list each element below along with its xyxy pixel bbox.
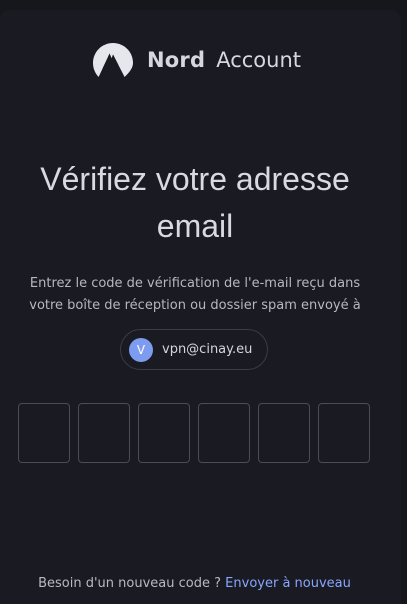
code-digit-6[interactable] [318, 403, 370, 463]
resend-code-link[interactable]: Envoyer à nouveau [225, 576, 351, 591]
recipient-email-chip: V vpn@cinay.eu [120, 329, 268, 370]
page-title-line1: Vérifiez votre adresse [40, 161, 350, 197]
recipient-email: vpn@cinay.eu [162, 342, 253, 357]
verification-card: Nord Account Vérifiez votre adresse emai… [0, 10, 401, 604]
code-digit-1[interactable] [18, 403, 70, 463]
code-digit-4[interactable] [198, 403, 250, 463]
code-digit-2[interactable] [78, 403, 130, 463]
code-digit-5[interactable] [258, 403, 310, 463]
verification-code-inputs [18, 403, 370, 463]
brand-name-light: Account [216, 48, 301, 72]
code-digit-3[interactable] [138, 403, 190, 463]
page: Nord Account Vérifiez votre adresse emai… [0, 0, 407, 604]
instructions-text: Entrez le code de vérification de l'e-ma… [22, 273, 368, 317]
brand-header: Nord Account [93, 41, 301, 79]
page-title: Vérifiez votre adresse email [0, 156, 390, 250]
brand-name-bold: Nord [147, 48, 206, 72]
avatar: V [129, 337, 153, 362]
resend-code-row: Besoin d'un nouveau code ? Envoyer à nou… [0, 576, 389, 591]
mountain-logo-icon [93, 43, 133, 77]
resend-prompt: Besoin d'un nouveau code ? [38, 576, 222, 591]
instructions-line2: votre boîte de réception ou dossier spam… [29, 298, 361, 313]
instructions-line1: Entrez le code de vérification de l'e-ma… [29, 276, 361, 291]
page-title-line2: email [156, 208, 234, 244]
